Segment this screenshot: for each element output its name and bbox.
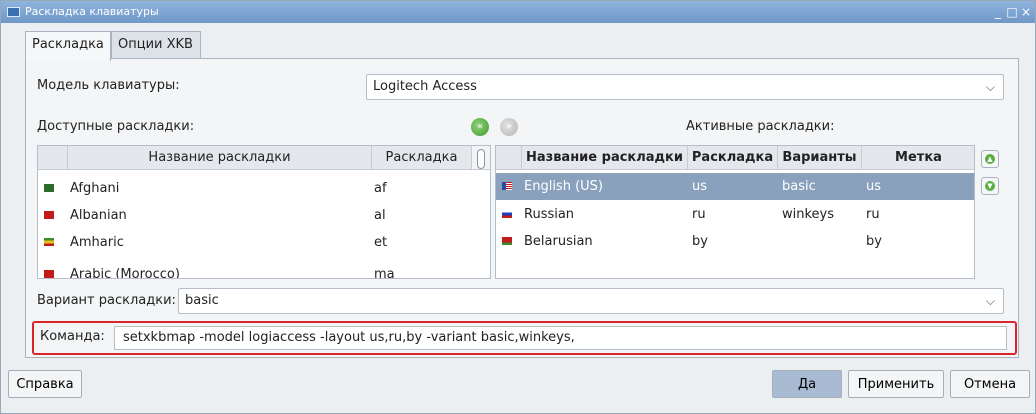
flag-column-header bbox=[496, 146, 522, 170]
table-row[interactable]: Belarusian by by bbox=[496, 228, 974, 255]
tab-layout[interactable]: Раскладка bbox=[25, 31, 111, 61]
list-item[interactable]: Amharic et bbox=[38, 229, 472, 256]
scrollbar-thumb[interactable] bbox=[477, 149, 485, 169]
move-up-icon: ▲ bbox=[987, 155, 993, 163]
minimize-button[interactable]: _ bbox=[991, 1, 1005, 23]
remove-layout-icon[interactable]: » bbox=[500, 118, 518, 136]
ok-button[interactable]: Да bbox=[772, 370, 842, 398]
column-header-layout-code[interactable]: Раскладка bbox=[372, 146, 472, 170]
apply-button[interactable]: Применить bbox=[848, 370, 944, 398]
cancel-button[interactable]: Отмена bbox=[950, 370, 1030, 398]
chevron-down-icon: ⌵ bbox=[985, 80, 995, 94]
available-layouts-list[interactable]: Название раскладки Раскладка Afghani af … bbox=[37, 145, 491, 279]
move-up-button[interactable]: ▲ bbox=[981, 150, 999, 168]
active-layouts-list[interactable]: Название раскладки Раскладка Варианты Ме… bbox=[495, 145, 975, 279]
model-value: Logitech Access bbox=[373, 79, 477, 94]
window-title: Раскладка клавиатуры bbox=[25, 5, 159, 18]
column-header-layout-name[interactable]: Название раскладки bbox=[68, 146, 372, 170]
model-label: Модель клавиатуры: bbox=[37, 78, 180, 93]
keyboard-layout-window: Раскладка клавиатуры _ □ × Раскладка Опц… bbox=[0, 0, 1036, 414]
variant-value: basic bbox=[185, 293, 219, 308]
list-item[interactable]: Albanian al bbox=[38, 202, 472, 229]
albania-flag-icon bbox=[44, 211, 54, 219]
move-down-button[interactable]: ▼ bbox=[981, 177, 999, 195]
available-layouts-label: Доступные раскладки: bbox=[37, 119, 195, 134]
command-label: Команда: bbox=[40, 329, 105, 344]
maximize-button[interactable]: □ bbox=[1005, 1, 1019, 23]
flag-column-header bbox=[38, 146, 68, 170]
layout-tab-panel: Модель клавиатуры: Logitech Access ⌵ Дос… bbox=[25, 58, 1019, 358]
command-field[interactable]: setxkbmap -model logiaccess -layout us,r… bbox=[114, 326, 1007, 350]
title-bar[interactable]: Раскладка клавиатуры _ □ × bbox=[1, 1, 1035, 23]
afghanistan-flag-icon bbox=[44, 184, 54, 192]
list-item[interactable]: Afghani af bbox=[38, 175, 472, 202]
usa-flag-icon bbox=[502, 182, 512, 190]
model-select[interactable]: Logitech Access ⌵ bbox=[366, 74, 1004, 100]
column-header-layout-name[interactable]: Название раскладки bbox=[522, 146, 688, 170]
scrollbar-track[interactable] bbox=[472, 146, 490, 170]
variant-label: Вариант раскладки: bbox=[37, 293, 176, 308]
column-header-label[interactable]: Метка bbox=[862, 146, 974, 170]
morocco-flag-icon bbox=[44, 270, 54, 278]
move-down-icon: ▼ bbox=[987, 182, 993, 190]
belarus-flag-icon bbox=[502, 237, 512, 245]
list-item[interactable]: Arabic (Morocco) ma bbox=[38, 261, 472, 278]
help-button[interactable]: Справка bbox=[8, 370, 82, 398]
table-row[interactable]: English (US) us basic us bbox=[496, 173, 974, 200]
keyboard-app-icon bbox=[7, 7, 20, 17]
chevron-down-icon: ⌵ bbox=[985, 294, 995, 308]
ethiopia-flag-icon bbox=[44, 238, 54, 246]
russia-flag-icon bbox=[502, 210, 512, 218]
command-value: setxkbmap -model logiaccess -layout us,r… bbox=[123, 330, 575, 345]
active-layouts-label: Активные раскладки: bbox=[686, 119, 835, 134]
column-header-layout-code[interactable]: Раскладка bbox=[688, 146, 778, 170]
tab-xkb-options[interactable]: Опции XKB bbox=[111, 31, 201, 59]
variant-select[interactable]: basic ⌵ bbox=[178, 288, 1004, 314]
command-highlight-frame: Команда: setxkbmap -model logiaccess -la… bbox=[32, 321, 1017, 355]
add-layout-icon[interactable]: « bbox=[471, 118, 489, 136]
table-row[interactable]: Russian ru winkeys ru bbox=[496, 201, 974, 228]
close-button[interactable]: × bbox=[1019, 1, 1033, 23]
column-header-variants[interactable]: Варианты bbox=[778, 146, 862, 170]
